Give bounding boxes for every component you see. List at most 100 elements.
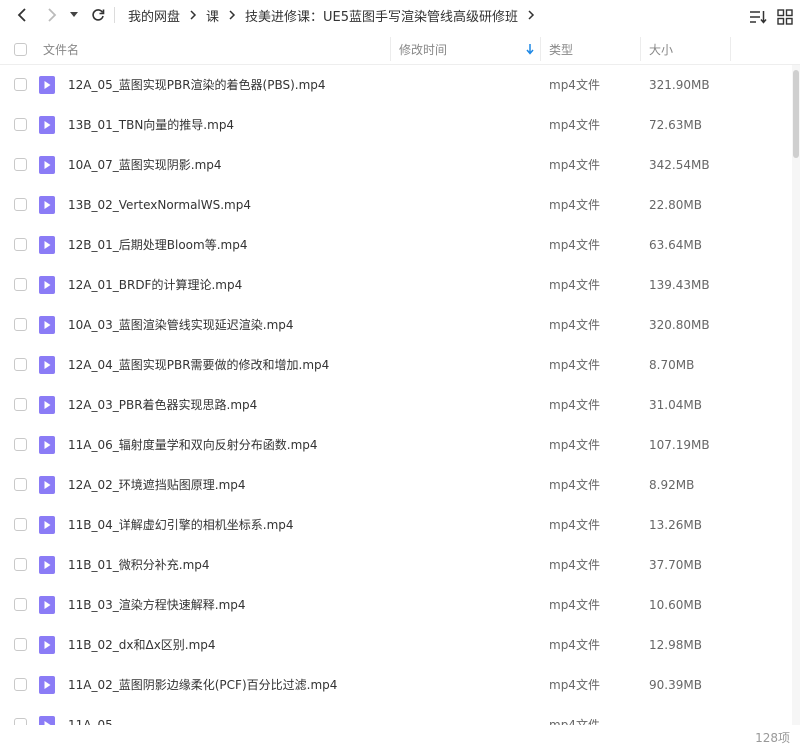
file-row[interactable]: 11A_05_ mp4文件 xyxy=(0,705,792,725)
file-name[interactable]: 11A_05_ xyxy=(68,705,119,725)
file-size: 12.98MB xyxy=(649,638,702,652)
view-mode-button[interactable] xyxy=(773,5,797,29)
row-checkbox[interactable] xyxy=(14,158,27,171)
chevron-right-icon xyxy=(48,8,57,22)
file-size: 321.90MB xyxy=(649,78,710,92)
file-name[interactable]: 11B_02_dx和Δx区别.mp4 xyxy=(68,625,216,665)
file-name[interactable]: 11A_02_蓝图阴影边缘柔化(PCF)百分比过滤.mp4 xyxy=(68,665,337,705)
file-type: mp4文件 xyxy=(549,598,600,612)
video-file-icon xyxy=(39,636,55,654)
history-dropdown-button[interactable] xyxy=(66,3,82,27)
file-name[interactable]: 12A_03_PBR着色器实现思路.mp4 xyxy=(68,385,257,425)
row-checkbox[interactable] xyxy=(14,318,27,331)
select-all-checkbox[interactable] xyxy=(14,33,27,65)
file-row[interactable]: 10A_03_蓝图渲染管线实现延迟渲染.mp4 mp4文件 320.80MB xyxy=(0,305,792,345)
column-divider[interactable] xyxy=(540,37,541,61)
file-row[interactable]: 11B_03_渲染方程快速解释.mp4 mp4文件 10.60MB xyxy=(0,585,792,625)
file-size: 90.39MB xyxy=(649,678,702,692)
row-checkbox[interactable] xyxy=(14,718,27,725)
back-button[interactable] xyxy=(10,3,34,27)
column-header-type[interactable]: 类型 xyxy=(549,33,573,65)
row-checkbox[interactable] xyxy=(14,278,27,291)
column-divider[interactable] xyxy=(640,37,641,61)
caret-down-icon xyxy=(70,12,78,17)
file-name[interactable]: 11B_04_详解虚幻引擎的相机坐标系.mp4 xyxy=(68,505,294,545)
row-checkbox[interactable] xyxy=(14,478,27,491)
forward-button[interactable] xyxy=(40,3,64,27)
sort-list-icon xyxy=(750,11,767,24)
file-name[interactable]: 11B_03_渲染方程快速解释.mp4 xyxy=(68,585,246,625)
video-file-icon xyxy=(39,236,55,254)
breadcrumb-item-my-drive[interactable]: 我的网盘 xyxy=(128,6,180,25)
row-checkbox[interactable] xyxy=(14,638,27,651)
row-checkbox[interactable] xyxy=(14,118,27,131)
video-file-icon xyxy=(39,396,55,414)
file-row[interactable]: 11A_02_蓝图阴影边缘柔化(PCF)百分比过滤.mp4 mp4文件 90.39M… xyxy=(0,665,792,705)
chevron-right-icon xyxy=(189,10,197,20)
file-type: mp4文件 xyxy=(549,358,600,372)
file-name[interactable]: 11B_01_微积分补充.mp4 xyxy=(68,545,210,585)
refresh-button[interactable] xyxy=(86,3,110,27)
file-name[interactable]: 12A_01_BRDF的计算理论.mp4 xyxy=(68,265,242,305)
breadcrumb-item-current-folder[interactable]: 技美进修课：UE5蓝图手写渲染管线高级研修班 xyxy=(245,6,518,25)
file-name[interactable]: 13B_01_TBN向量的推导.mp4 xyxy=(68,105,234,145)
file-size: 63.64MB xyxy=(649,238,702,252)
row-checkbox[interactable] xyxy=(14,238,27,251)
video-file-icon xyxy=(39,76,55,94)
file-type: mp4文件 xyxy=(549,678,600,692)
file-row[interactable]: 10A_07_蓝图实现阴影.mp4 mp4文件 342.54MB xyxy=(0,145,792,185)
file-row[interactable]: 12A_02_环境遮挡贴图原理.mp4 mp4文件 8.92MB xyxy=(0,465,792,505)
file-name[interactable]: 12A_02_环境遮挡贴图原理.mp4 xyxy=(68,465,246,505)
checkbox-box[interactable] xyxy=(14,42,27,56)
row-checkbox[interactable] xyxy=(14,398,27,411)
file-row[interactable]: 12A_04_蓝图实现PBR需要做的修改和增加.mp4 mp4文件 8.70MB xyxy=(0,345,792,385)
video-file-icon xyxy=(39,156,55,174)
sort-descending-icon[interactable] xyxy=(525,43,535,58)
column-divider[interactable] xyxy=(390,37,391,61)
file-name[interactable]: 11A_06_辐射度量学和双向反射分布函数.mp4 xyxy=(68,425,318,465)
file-row[interactable]: 11B_02_dx和Δx区别.mp4 mp4文件 12.98MB xyxy=(0,625,792,665)
breadcrumb: 我的网盘 课 技美进修课：UE5蓝图手写渲染管线高级研修班 xyxy=(128,0,544,30)
video-file-icon xyxy=(39,436,55,454)
file-row[interactable]: 13B_02_VertexNormalWS.mp4 mp4文件 22.80MB xyxy=(0,185,792,225)
file-name[interactable]: 12A_04_蓝图实现PBR需要做的修改和增加.mp4 xyxy=(68,345,329,385)
row-checkbox[interactable] xyxy=(14,518,27,531)
column-header-size[interactable]: 大小 xyxy=(649,33,673,65)
scrollbar-thumb[interactable] xyxy=(793,70,799,158)
row-checkbox[interactable] xyxy=(14,438,27,451)
file-row[interactable]: 13B_01_TBN向量的推导.mp4 mp4文件 72.63MB xyxy=(0,105,792,145)
file-type: mp4文件 xyxy=(549,158,600,172)
item-count: 128项 xyxy=(755,731,790,745)
file-row[interactable]: 12B_01_后期处理Bloom等.mp4 mp4文件 63.64MB xyxy=(0,225,792,265)
column-header-modified[interactable]: 修改时间 xyxy=(399,33,447,65)
file-row[interactable]: 12A_03_PBR着色器实现思路.mp4 mp4文件 31.04MB xyxy=(0,385,792,425)
file-size: 22.80MB xyxy=(649,198,702,212)
row-checkbox[interactable] xyxy=(14,678,27,691)
chevron-right-icon[interactable] xyxy=(527,10,535,20)
chevron-right-icon xyxy=(228,10,236,20)
row-checkbox[interactable] xyxy=(14,78,27,91)
row-checkbox[interactable] xyxy=(14,358,27,371)
file-size: 139.43MB xyxy=(649,278,710,292)
column-header-name[interactable]: 文件名 xyxy=(43,33,79,65)
scrollbar-track[interactable] xyxy=(792,65,800,725)
file-name[interactable]: 10A_07_蓝图实现阴影.mp4 xyxy=(68,145,222,185)
file-type: mp4文件 xyxy=(549,198,600,212)
file-row[interactable]: 11B_04_详解虚幻引擎的相机坐标系.mp4 mp4文件 13.26MB xyxy=(0,505,792,545)
file-name[interactable]: 13B_02_VertexNormalWS.mp4 xyxy=(68,185,251,225)
file-row[interactable]: 12A_05_蓝图实现PBR渲染的着色器(PBS).mp4 mp4文件 321.90… xyxy=(0,65,792,105)
file-name[interactable]: 12A_05_蓝图实现PBR渲染的着色器(PBS).mp4 xyxy=(68,65,326,105)
breadcrumb-item-course[interactable]: 课 xyxy=(206,6,219,25)
file-name[interactable]: 12B_01_后期处理Bloom等.mp4 xyxy=(68,225,247,265)
sort-options-button[interactable] xyxy=(746,5,770,29)
row-checkbox[interactable] xyxy=(14,198,27,211)
file-row[interactable]: 12A_01_BRDF的计算理论.mp4 mp4文件 139.43MB xyxy=(0,265,792,305)
file-size: 107.19MB xyxy=(649,438,710,452)
row-checkbox[interactable] xyxy=(14,558,27,571)
row-checkbox[interactable] xyxy=(14,598,27,611)
column-divider[interactable] xyxy=(730,37,731,61)
video-file-icon xyxy=(39,316,55,334)
file-row[interactable]: 11A_06_辐射度量学和双向反射分布函数.mp4 mp4文件 107.19MB xyxy=(0,425,792,465)
file-name[interactable]: 10A_03_蓝图渲染管线实现延迟渲染.mp4 xyxy=(68,305,294,345)
file-row[interactable]: 11B_01_微积分补充.mp4 mp4文件 37.70MB xyxy=(0,545,792,585)
